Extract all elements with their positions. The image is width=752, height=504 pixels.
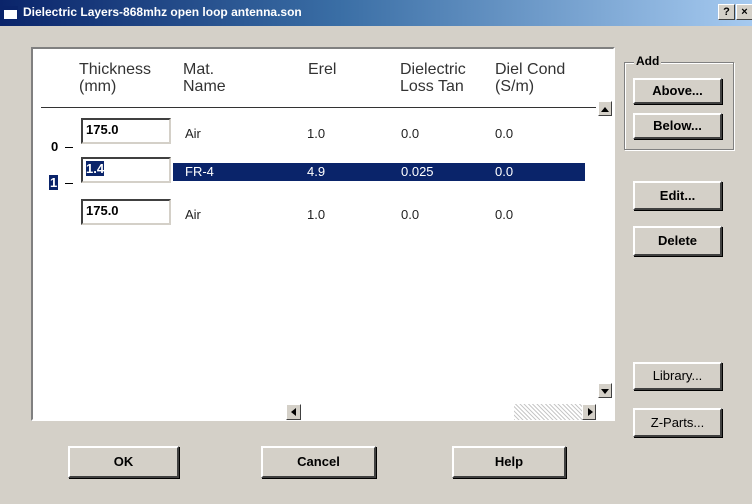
erel-cell: 1.0 xyxy=(307,207,326,222)
scroll-up-arrow-icon[interactable] xyxy=(598,101,612,116)
thickness-value: 1.4 xyxy=(86,161,105,176)
erel-cell: 1.0 xyxy=(307,126,326,141)
material-cell: Air xyxy=(185,126,201,141)
loss-tan-cell: 0.025 xyxy=(401,164,434,179)
zparts-button[interactable]: Z-Parts... xyxy=(633,408,722,437)
column-header-erel: Erel xyxy=(308,61,337,78)
vertical-scrollbar[interactable] xyxy=(598,101,613,399)
level-marker xyxy=(65,183,73,184)
layer-row[interactable]: 175.0 Air 1.0 0.0 0.0 xyxy=(33,118,593,148)
add-below-button[interactable]: Below... xyxy=(633,113,722,139)
library-button[interactable]: Library... xyxy=(633,362,722,390)
header-divider xyxy=(41,107,596,108)
column-header-diel-cond: Diel Cond (S/m) xyxy=(495,61,566,95)
erel-cell: 4.9 xyxy=(307,164,326,179)
help-title-button[interactable]: ? xyxy=(718,4,735,20)
cancel-button[interactable]: Cancel xyxy=(261,446,376,478)
layers-list-panel: Thickness (mm) Mat. Name Erel Dielectric… xyxy=(31,47,615,421)
material-cell: Air xyxy=(185,207,201,222)
diel-cond-cell: 0.0 xyxy=(495,164,514,179)
layer-row-selected[interactable]: 1.4 FR-4 4.9 0.025 0.0 xyxy=(33,157,593,187)
add-group-label: Add xyxy=(634,54,662,68)
diel-cond-cell: 0.0 xyxy=(495,207,514,222)
level-label-selected: 1 xyxy=(49,175,59,190)
thickness-field[interactable]: 175.0 xyxy=(81,118,171,144)
thickness-field-selected[interactable]: 1.4 xyxy=(81,157,171,183)
column-header-thickness: Thickness (mm) xyxy=(79,61,152,95)
layer-row[interactable]: 175.0 Air 1.0 0.0 0.0 xyxy=(33,199,593,229)
edit-button[interactable]: Edit... xyxy=(633,181,722,210)
thickness-field[interactable]: 175.0 xyxy=(81,199,171,225)
material-cell: FR-4 xyxy=(185,164,214,179)
scroll-down-arrow-icon[interactable] xyxy=(598,383,612,398)
window-title: Dielectric Layers-868mhz open loop anten… xyxy=(23,5,302,19)
scroll-left-arrow-icon[interactable] xyxy=(286,404,301,420)
column-header-material: Mat. Name xyxy=(183,61,226,95)
level-label: 0 xyxy=(51,139,59,154)
loss-tan-cell: 0.0 xyxy=(401,207,420,222)
ok-button[interactable]: OK xyxy=(68,446,179,478)
scroll-track-hatched[interactable] xyxy=(514,404,582,420)
window-icon xyxy=(3,6,18,20)
selection-highlight xyxy=(173,163,585,181)
level-marker xyxy=(65,147,73,148)
column-header-loss-tan: Dielectric Loss Tan xyxy=(400,61,466,95)
close-title-button[interactable]: × xyxy=(736,4,752,20)
loss-tan-cell: 0.0 xyxy=(401,126,420,141)
horizontal-scrollbar[interactable] xyxy=(286,404,596,420)
title-bar[interactable]: Dielectric Layers-868mhz open loop anten… xyxy=(0,0,752,26)
delete-button[interactable]: Delete xyxy=(633,226,722,256)
scroll-right-arrow-icon[interactable] xyxy=(582,404,596,420)
diel-cond-cell: 0.0 xyxy=(495,126,514,141)
add-above-button[interactable]: Above... xyxy=(633,78,722,104)
help-button[interactable]: Help xyxy=(452,446,566,478)
